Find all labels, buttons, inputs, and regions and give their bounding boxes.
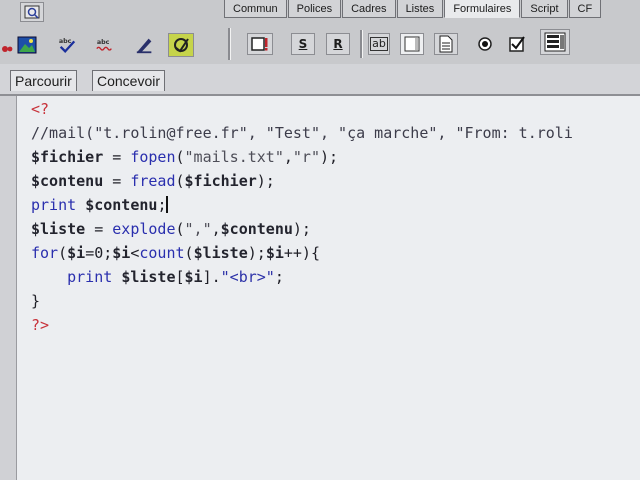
s-button-label: S (298, 37, 308, 51)
code-line: <? (31, 98, 49, 120)
editor-gutter (0, 96, 16, 480)
code-token: fread (130, 172, 176, 190)
code-token: ++){ (283, 244, 320, 262)
svg-text:abc: abc (97, 39, 110, 46)
code-token: $liste (193, 244, 248, 262)
code-token: for (31, 244, 59, 262)
insert-tab-formulaires[interactable]: Formulaires (444, 0, 521, 18)
code-token: ( (175, 172, 185, 190)
code-line: ?> (31, 314, 49, 336)
code-token: ( (184, 244, 194, 262)
code-token: $liste (121, 268, 176, 286)
code-token: //mail("t.rolin@free.fr", "Test", "ça ma… (31, 124, 573, 142)
code-token: $fichier (31, 148, 104, 166)
tab-concevoir[interactable]: Concevoir (92, 70, 166, 91)
scissors-icon[interactable] (0, 36, 14, 58)
code-token: "mails.txt" (184, 148, 284, 166)
check-target-icon[interactable] (168, 33, 194, 57)
code-token: $i (67, 244, 86, 262)
code-line: print $liste[$i]."<br>"; (31, 266, 284, 288)
code-line: $contenu = fread($fichier); (31, 170, 275, 192)
code-token: ); (256, 172, 275, 190)
dreamweaver-window: Commun Polices Cadres Listes Formulaires Scri… (0, 0, 640, 480)
code-token: = (103, 172, 131, 190)
code-token: explode (112, 220, 176, 238)
code-token: ]. (202, 268, 221, 286)
code-token: $contenu (220, 220, 293, 238)
text-field-button[interactable]: ab (368, 33, 390, 55)
tab-parcourir[interactable]: Parcourir (10, 70, 77, 91)
textarea-button[interactable] (400, 33, 424, 55)
code-token: ; (274, 268, 284, 286)
code-token: "r" (292, 148, 320, 166)
code-line: $fichier = fopen("mails.txt","r"); (31, 146, 338, 168)
insert-toolbar: Commun Polices Cadres Listes Formulaires Scri… (0, 0, 640, 65)
text-caret (166, 196, 169, 213)
code-token: print (31, 196, 77, 214)
svg-text:abc: abc (59, 38, 72, 45)
insert-tab-listes[interactable]: Listes (396, 0, 444, 18)
code-token: = (85, 220, 113, 238)
radio-button-icon[interactable] (474, 33, 496, 55)
code-token: ( (58, 244, 68, 262)
code-token: [ (175, 268, 185, 286)
toolbar-separator (228, 28, 231, 60)
code-token: $i (112, 244, 131, 262)
code-token: ); (292, 220, 311, 238)
code-token: "," (184, 220, 212, 238)
toolbar-separator (360, 30, 363, 58)
code-token: count (139, 244, 185, 262)
code-token: ); (247, 244, 266, 262)
code-token: = (103, 148, 131, 166)
code-token: print (67, 268, 113, 286)
code-token: ( (175, 148, 185, 166)
code-token: } (31, 292, 41, 310)
code-token: "<br>" (220, 268, 275, 286)
code-line: $liste = explode(",",$contenu); (31, 218, 311, 240)
code-token: $fichier (184, 172, 257, 190)
code-line: } (31, 290, 40, 312)
abc-underline-icon[interactable]: abc (94, 34, 116, 56)
view-mode-bar: Parcourir Concevoir (0, 64, 640, 96)
code-token: ; (157, 196, 167, 214)
r-button-label: R (333, 37, 343, 51)
code-token: , (283, 148, 293, 166)
insert-tab-cf[interactable]: CF (568, 0, 602, 18)
ab-label: ab (370, 37, 388, 51)
code-line: print $contenu; (31, 194, 169, 216)
code-editor[interactable]: <? //mail("t.rolin@free.fr", "Test", "ça … (16, 96, 640, 480)
insert-tab-cadres[interactable]: Cadres (342, 0, 396, 18)
code-token: ( (175, 220, 185, 238)
list-menu-icon[interactable] (540, 29, 570, 55)
r-button[interactable]: R (326, 33, 350, 55)
s-button[interactable]: S (291, 33, 315, 55)
code-token: $contenu (85, 196, 158, 214)
code-line: for($i=0;$i<count($liste);$i++){ (31, 242, 320, 264)
insert-tabs: Commun Polices Cadres Listes Formulaires Scri… (224, 0, 602, 18)
edit-pencil-icon[interactable] (134, 34, 156, 56)
code-token: $contenu (31, 172, 104, 190)
code-token: , (211, 220, 221, 238)
code-token: $liste (31, 220, 86, 238)
insert-tab-script[interactable]: Script (521, 0, 568, 18)
code-token: ); (320, 148, 339, 166)
image-icon[interactable] (16, 34, 38, 56)
insert-tab-polices[interactable]: Polices (287, 0, 342, 18)
window-icon[interactable] (20, 2, 44, 22)
code-token: <? (31, 100, 50, 118)
code-token: =0; (85, 244, 113, 262)
insert-tab-commun[interactable]: Commun (224, 0, 287, 18)
code-line: //mail("t.rolin@free.fr", "Test", "ça ma… (31, 122, 573, 144)
code-token: $i (184, 268, 203, 286)
document-icon[interactable] (434, 33, 458, 55)
checkbox-icon[interactable] (506, 33, 528, 55)
code-token: ?> (31, 316, 50, 334)
spellcheck-icon[interactable]: abc (56, 34, 78, 56)
form-icon[interactable] (247, 33, 273, 55)
code-token: fopen (130, 148, 176, 166)
code-token: $i (265, 244, 284, 262)
